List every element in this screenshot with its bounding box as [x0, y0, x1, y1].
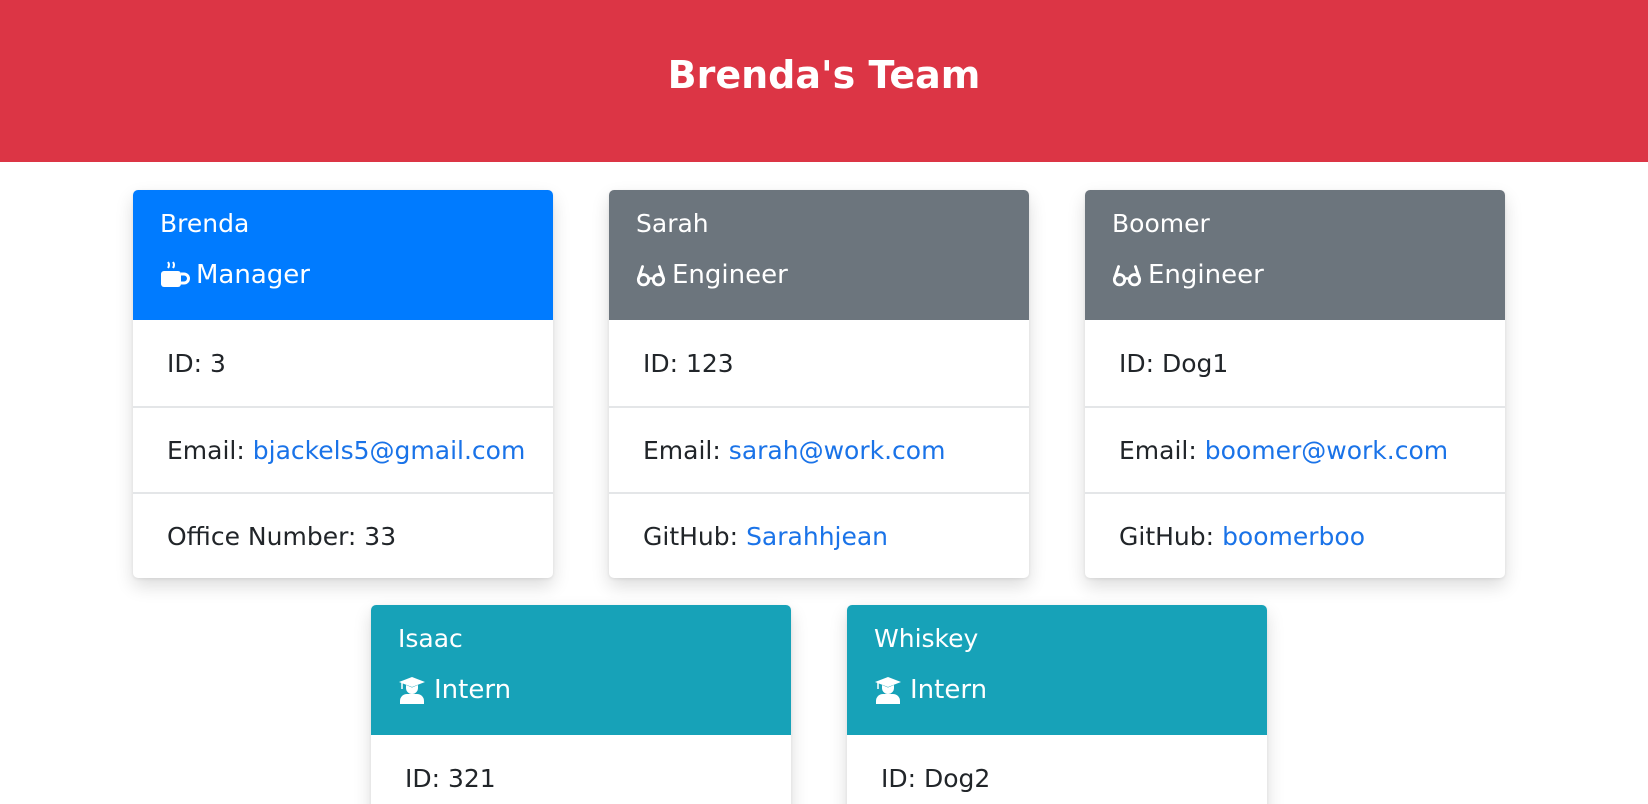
employee-details: ID: 321	[371, 735, 791, 804]
email-row: Email: sarah@work.com	[609, 406, 1029, 492]
employee-role: Intern	[874, 675, 987, 705]
office-number-row: Office Number: 33	[133, 492, 553, 578]
id-value: 123	[686, 348, 734, 378]
role-label: Engineer	[1148, 260, 1264, 290]
id-value: 321	[448, 763, 496, 793]
office-number-value: 33	[364, 521, 397, 551]
id-row: ID: Dog2	[847, 735, 1267, 804]
graduate-icon	[874, 676, 904, 704]
card-header: Isaac Intern	[371, 605, 791, 735]
employee-name: Brenda	[160, 209, 250, 238]
team-banner: Brenda's Team	[0, 0, 1648, 162]
email-row: Email: bjackels5@gmail.com	[133, 406, 553, 492]
card-header: Whiskey Intern	[847, 605, 1267, 735]
role-label: Intern	[910, 675, 988, 705]
employee-name: Isaac	[398, 624, 463, 653]
employee-card: Brenda Manager ID: 3 Email: bjackels5@gma…	[133, 190, 553, 578]
github-row: GitHub: Sarahhjean	[609, 492, 1029, 578]
id-label: ID:	[1119, 348, 1155, 378]
office-number-label: Office Number:	[167, 521, 357, 551]
employee-card: Sarah Engineer ID: 123 Email: sarah@work.…	[609, 190, 1029, 578]
github-row: GitHub: boomerboo	[1085, 492, 1505, 578]
employee-role: Engineer	[1112, 260, 1264, 290]
employee-name: Sarah	[636, 209, 709, 238]
id-row: ID: 3	[133, 320, 553, 406]
card-header: Brenda Manager	[133, 190, 553, 320]
github-link[interactable]: Sarahhjean	[746, 522, 888, 551]
card-header: Sarah Engineer	[609, 190, 1029, 320]
employee-role: Intern	[398, 675, 511, 705]
employee-name: Boomer	[1112, 209, 1210, 238]
github-label: GitHub:	[643, 521, 739, 551]
employee-card: Boomer Engineer ID: Dog1 Email: boomer@wo…	[1085, 190, 1505, 578]
role-label: Manager	[196, 260, 310, 290]
employee-details: ID: Dog2	[847, 735, 1267, 804]
card-header: Boomer Engineer	[1085, 190, 1505, 320]
email-link[interactable]: bjackels5@gmail.com	[253, 436, 526, 465]
employee-details: ID: 123 Email: sarah@work.com GitHub: Sara…	[609, 320, 1029, 578]
id-label: ID:	[643, 348, 679, 378]
page-title: Brenda's Team	[667, 53, 981, 97]
id-value: Dog1	[1162, 348, 1229, 378]
graduate-icon	[398, 676, 428, 704]
employee-role: Engineer	[636, 260, 788, 290]
id-label: ID:	[167, 348, 203, 378]
employee-role: Manager	[160, 260, 310, 290]
id-label: ID:	[881, 763, 917, 793]
employee-details: ID: 3 Email: bjackels5@gmail.com Office N…	[133, 320, 553, 578]
github-label: GitHub:	[1119, 521, 1215, 551]
email-link[interactable]: sarah@work.com	[729, 436, 946, 465]
email-link[interactable]: boomer@work.com	[1205, 436, 1448, 465]
email-label: Email:	[1119, 435, 1197, 465]
role-label: Engineer	[672, 260, 788, 290]
mug-icon	[160, 261, 190, 289]
github-link[interactable]: boomerboo	[1222, 522, 1365, 551]
glasses-icon	[636, 261, 666, 289]
id-value: 3	[210, 348, 226, 378]
id-row: ID: 123	[609, 320, 1029, 406]
role-label: Intern	[434, 675, 512, 705]
id-row: ID: 321	[371, 735, 791, 804]
email-label: Email:	[167, 435, 245, 465]
email-row: Email: boomer@work.com	[1085, 406, 1505, 492]
glasses-icon	[1112, 261, 1142, 289]
employee-card: Whiskey Intern ID: Dog2	[847, 605, 1267, 804]
employee-card: Isaac Intern ID: 321	[371, 605, 791, 804]
id-value: Dog2	[924, 763, 991, 793]
email-label: Email:	[643, 435, 721, 465]
employee-name: Whiskey	[874, 624, 979, 653]
id-row: ID: Dog1	[1085, 320, 1505, 406]
id-label: ID:	[405, 763, 441, 793]
employee-details: ID: Dog1 Email: boomer@work.com GitHub: bo…	[1085, 320, 1505, 578]
